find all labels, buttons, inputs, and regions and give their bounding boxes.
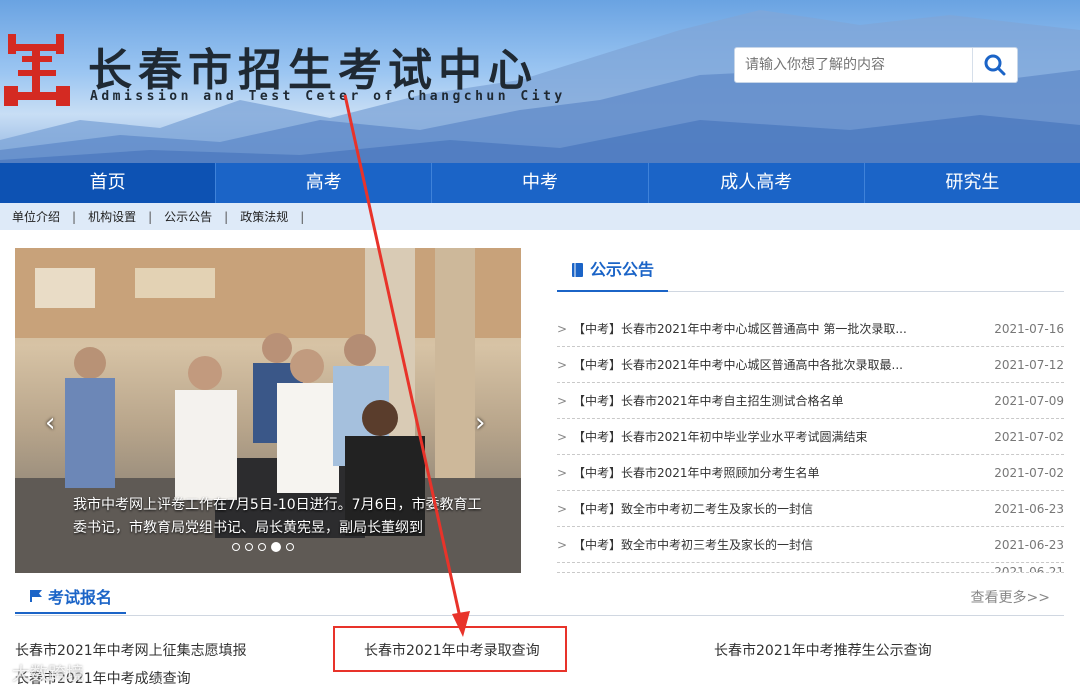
notice-tag: 【中考】: [573, 538, 622, 552]
nav-item-adult-exam[interactable]: 成人高考: [649, 163, 865, 203]
notice-date: 2021-07-02: [994, 429, 1064, 444]
list-item[interactable]: > 【中考】长春市2021年中考照顾加分考生名单 2021-07-02: [557, 455, 1064, 491]
chevron-right-icon: >: [557, 393, 568, 408]
list-item[interactable]: > 【中考】长春市2021年初中毕业学业水平考试圆满结束 2021-07-02: [557, 419, 1064, 455]
notice-heading: 公示公告: [590, 260, 655, 279]
carousel-caption: 我市中考网上评卷工作在7月5日-10日进行。7月6日，市委教育工委书记，市教育局…: [15, 488, 521, 573]
chevron-right-icon: >: [557, 429, 568, 444]
divider: |: [300, 209, 305, 224]
logo-icon: [4, 34, 70, 106]
list-item[interactable]: > 【中考】长春市2021年中考自主招生测试合格名单 2021-07-09: [557, 383, 1064, 419]
carousel-dot[interactable]: [258, 543, 266, 551]
carousel-caption-text: 我市中考网上评卷工作在7月5日-10日进行。7月6日，市委教育工委书记，市教育局…: [73, 497, 482, 536]
subnav-item-announcements[interactable]: 公示公告: [152, 208, 224, 225]
chevron-right-icon: >: [557, 501, 568, 516]
notice-date: 2021-06-21: [994, 565, 1064, 573]
register-link-volunteer[interactable]: 长春市2021年中考网上征集志愿填报: [15, 640, 247, 660]
list-item[interactable]: > 【中考】长春市2021年中考中心城区普通高中 第一批次录取... 2021-…: [557, 311, 1064, 347]
notice-tag: 【中考】: [573, 322, 622, 336]
chevron-right-icon: >: [557, 465, 568, 480]
notice-date: 2021-07-09: [994, 393, 1064, 408]
register-link-recommended[interactable]: 长春市2021年中考推荐生公示查询: [714, 640, 932, 660]
subnav-item-policies[interactable]: 政策法规: [228, 208, 300, 225]
notice-date: 2021-07-02: [994, 465, 1064, 480]
notice-tab[interactable]: 公示公告: [557, 250, 668, 292]
list-item[interactable]: > 【中考】致全市中考初二考生及家长的一封信 2021-06-23: [557, 491, 1064, 527]
carousel-prev-arrow[interactable]: ‹: [45, 408, 65, 438]
notice-title[interactable]: 长春市2021年初中毕业学业水平考试圆满结束: [621, 430, 868, 444]
carousel-dot[interactable]: [245, 543, 253, 551]
chevron-right-icon: >: [557, 537, 568, 552]
sub-nav: 单位介绍 | 机构设置 | 公示公告 | 政策法规 |: [0, 203, 1080, 230]
notice-tag: 【中考】: [573, 394, 622, 408]
site-header: 长春市招生考试中心 Admission and Test Ceter of Ch…: [0, 0, 1080, 163]
search-input[interactable]: [735, 48, 973, 82]
notice-title[interactable]: 致全市中考初二考生及家长的一封信: [621, 502, 813, 516]
notice-title[interactable]: 致全市中考初三考生及家长的一封信: [621, 538, 813, 552]
notice-title[interactable]: 长春市2021年中考照顾加分考生名单: [621, 466, 820, 480]
register-header: 考试报名 查看更多>>: [15, 579, 1064, 616]
nav-item-graduate[interactable]: 研究生: [865, 163, 1080, 203]
carousel-dots: [232, 542, 294, 552]
notice-tag: 【中考】: [573, 466, 622, 480]
notice-tag: 【中考】: [573, 358, 622, 372]
notice-date: 2021-06-23: [994, 501, 1064, 516]
list-item[interactable]: > 【中考】致全市中考初三考生及家长的一封信 2021-06-23: [557, 527, 1064, 563]
main-nav: 首页 高考 中考 成人高考 研究生: [0, 163, 1080, 203]
search-box: [734, 47, 1018, 83]
nav-item-home[interactable]: 首页: [0, 163, 217, 203]
register-tab[interactable]: 考试报名: [15, 579, 126, 614]
notice-title[interactable]: 长春市2021年中考中心城区普通高中各批次录取最...: [621, 358, 903, 372]
notice-header: 公示公告: [557, 250, 1064, 292]
search-icon: [984, 54, 1006, 76]
notice-tag: 【中考】: [573, 502, 622, 516]
chevron-right-icon: >: [557, 357, 568, 372]
list-item[interactable]: > 【中考】长春市2021年中考中心城区普通高中各批次录取最... 2021-0…: [557, 347, 1064, 383]
nav-item-zhongkao[interactable]: 中考: [432, 163, 649, 203]
highlight-box: [333, 626, 567, 672]
carousel-next-arrow[interactable]: ›: [475, 408, 495, 438]
nav-item-gaokao[interactable]: 高考: [216, 163, 433, 203]
notice-date: 2021-07-12: [994, 357, 1064, 372]
flag-icon: [30, 589, 42, 602]
notice-title[interactable]: 长春市2021年中考自主招生测试合格名单: [621, 394, 844, 408]
watermark: 大数跨境: [12, 664, 84, 685]
subnav-item-organization[interactable]: 机构设置: [76, 208, 148, 225]
news-carousel[interactable]: ‹ › 我市中考网上评卷工作在7月5日-10日进行。7月6日，市委教育工委书记，…: [15, 248, 521, 573]
chevron-right-icon: >: [557, 321, 568, 336]
register-heading: 考试报名: [48, 587, 113, 607]
site-subtitle: Admission and Test Ceter of Changchun Ci…: [90, 89, 566, 104]
view-more-link[interactable]: 查看更多>>: [971, 587, 1050, 607]
notice-date: 2021-07-16: [994, 321, 1064, 336]
carousel-dot-active[interactable]: [271, 542, 281, 552]
search-button[interactable]: [972, 48, 1017, 82]
carousel-dot[interactable]: [286, 543, 294, 551]
notice-title[interactable]: 长春市2021年中考中心城区普通高中 第一批次录取...: [621, 322, 907, 336]
notice-date: 2021-06-23: [994, 537, 1064, 552]
book-icon: [572, 263, 583, 277]
list-item[interactable]: 2021-06-21: [557, 563, 1064, 573]
subnav-item-about[interactable]: 单位介绍: [0, 208, 72, 225]
carousel-dot[interactable]: [232, 543, 240, 551]
notice-list: > 【中考】长春市2021年中考中心城区普通高中 第一批次录取... 2021-…: [557, 311, 1064, 573]
notice-tag: 【中考】: [573, 430, 622, 444]
